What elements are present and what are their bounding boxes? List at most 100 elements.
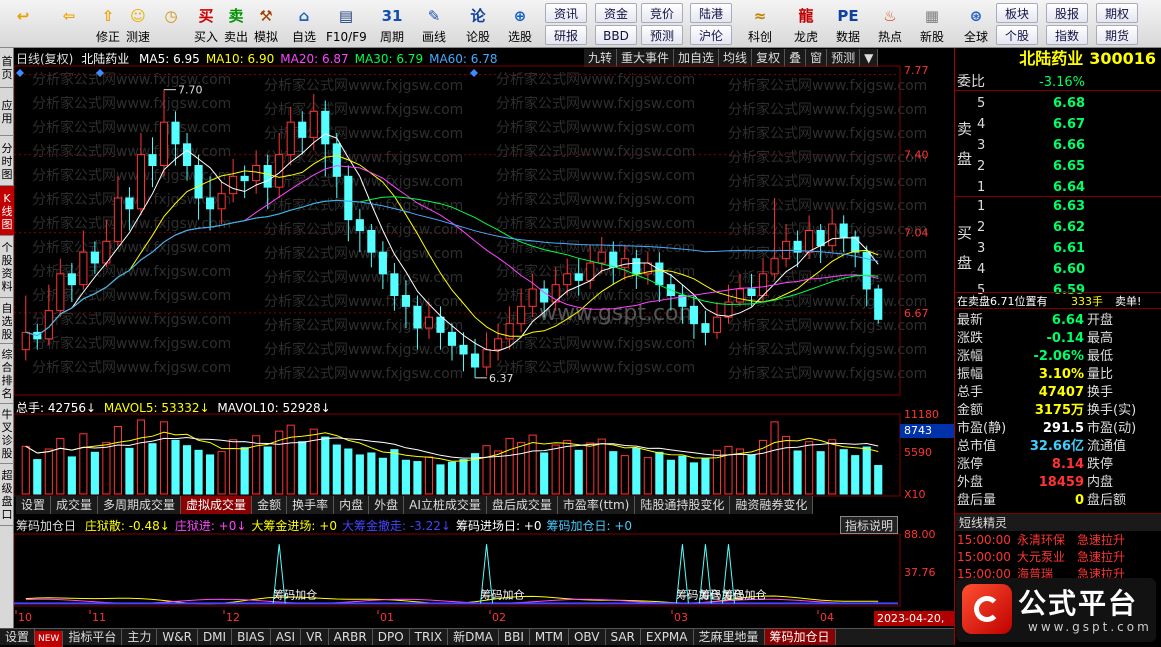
longhu-button[interactable]: 龍龙虎 bbox=[786, 2, 826, 46]
volume-subtab[interactable]: 设置 bbox=[16, 496, 52, 514]
volume-subtab[interactable]: 陆股通持股变化 bbox=[635, 496, 731, 514]
volume-subtab[interactable]: 虚拟成交量 bbox=[181, 496, 253, 514]
toolbar-link[interactable]: 板块 bbox=[996, 3, 1038, 23]
indicator-tab[interactable]: ARBR bbox=[329, 629, 373, 645]
indicator-tab[interactable]: BBI bbox=[499, 629, 530, 645]
volume-subtab[interactable]: 内盘 bbox=[334, 496, 370, 514]
volume-subtab[interactable]: 盘后成交量 bbox=[486, 496, 558, 514]
watermark-text: 分析家公式网www.fxjgsw.com bbox=[32, 119, 231, 136]
leftnav-item[interactable]: 综合排名 bbox=[0, 344, 14, 404]
leftnav-item[interactable]: 应用 bbox=[0, 88, 14, 136]
volume-bar bbox=[551, 444, 560, 495]
indicator-help-button[interactable]: 指标说明 bbox=[840, 516, 899, 534]
indicator-tab[interactable]: ASI bbox=[271, 629, 302, 645]
stat-label: 涨幅 bbox=[957, 349, 984, 364]
big-order-notice[interactable]: 在卖盘6.71位置有 333手 卖单! bbox=[955, 292, 1161, 309]
watchlist-button[interactable]: ⌂ 自选 bbox=[284, 2, 324, 46]
quote-panel: 北陆药业 300016 委比 -3.16% 卖盘 5 6.68 4 6.67 3 6.66 2 6.65… bbox=[954, 48, 1161, 645]
leftnav-item[interactable]: 超级盘口 bbox=[0, 464, 14, 526]
leftnav-item[interactable]: 分时图 bbox=[0, 136, 14, 186]
candle-body bbox=[874, 288, 883, 320]
leftnav-item[interactable]: 个股资料 bbox=[0, 236, 14, 298]
watermark-text: 分析家公式网www.fxjgsw.com bbox=[32, 335, 231, 352]
leftnav-item[interactable]: K线图 bbox=[0, 186, 14, 236]
bid-price: 6.61 bbox=[1053, 241, 1086, 256]
indicator-tab[interactable]: 设置 bbox=[0, 629, 36, 645]
toolbar-link[interactable]: 股报 bbox=[1046, 3, 1088, 23]
sprint-row[interactable]: 15:00:00 永清环保 急速拉升 bbox=[955, 532, 1161, 549]
watermark-text: 分析家公式网www.fxjgsw.com bbox=[496, 167, 695, 184]
volume-subtab[interactable]: 市盈率(ttm) bbox=[557, 496, 636, 514]
volume-subtab[interactable]: 成交量 bbox=[51, 496, 99, 514]
f10-button[interactable]: ▤ F10/F9 bbox=[326, 2, 367, 46]
stat-label-right: 盘后额 bbox=[1087, 493, 1127, 508]
ipo-button[interactable]: ▦ 新股 bbox=[912, 2, 952, 46]
indicator-tab[interactable]: EXPMA bbox=[641, 629, 694, 645]
candle-body bbox=[424, 316, 434, 329]
indicator-tab[interactable]: VR bbox=[301, 629, 329, 645]
candle-body bbox=[632, 258, 641, 275]
toolbar-link[interactable]: 竞价 bbox=[641, 3, 683, 23]
toolbar-link[interactable]: 资讯 bbox=[545, 3, 587, 23]
period-button[interactable]: 31 周期 bbox=[372, 2, 412, 46]
back-button[interactable]: ⇦ bbox=[48, 2, 90, 46]
indicator-tab[interactable]: SAR bbox=[606, 629, 641, 645]
indicator-tab[interactable]: 新DMA bbox=[448, 629, 499, 645]
toolbar-link[interactable]: 期权 bbox=[1096, 3, 1138, 23]
toolbar-link[interactable]: 沪伦 bbox=[690, 25, 732, 45]
volume-subtab[interactable]: 融资融券变化 bbox=[730, 496, 814, 514]
panel-frame bbox=[14, 533, 901, 607]
leftnav-item[interactable]: 牛叉诊股 bbox=[0, 404, 14, 464]
indicator-item: 大筹金进场: +0 bbox=[251, 519, 337, 533]
kechuang-button[interactable]: ≈ 科创 bbox=[740, 2, 780, 46]
indicator-tab[interactable]: 指标平台 bbox=[63, 629, 123, 645]
home-button[interactable]: ↩ bbox=[2, 2, 44, 46]
chart-area[interactable]: 日线(复权) 北陆药业 MA5: 6.95 MA10: 6.90 MA20: 6.8… bbox=[14, 48, 954, 640]
hot-button[interactable]: ♨ 热点 bbox=[870, 2, 910, 46]
volume-subtab[interactable]: AI立桩成交量 bbox=[404, 496, 487, 514]
indicator-tab[interactable]: DMI bbox=[198, 629, 233, 645]
volume-bar bbox=[309, 428, 318, 495]
toolbar-link[interactable]: BBD bbox=[595, 25, 637, 45]
candle-body bbox=[620, 258, 629, 268]
volume-bar bbox=[517, 441, 526, 495]
indicator-tab[interactable]: 主力 bbox=[122, 629, 158, 645]
candle-body bbox=[655, 262, 664, 286]
left-nav: 首页 应用 分时图 K线图 个股资料 自选股 综合排名 牛叉诊股 超级盘口 bbox=[0, 48, 14, 638]
notice-end: 卖单! bbox=[1115, 295, 1142, 308]
volume-subtab[interactable]: 金额 bbox=[252, 496, 288, 514]
watermark-text: 分析家公式网www.fxjgsw.com bbox=[496, 191, 695, 208]
simulate-button[interactable]: ⚒ 模拟 bbox=[246, 2, 286, 46]
toolbar-link[interactable]: 期货 bbox=[1096, 25, 1138, 45]
candle-body bbox=[252, 165, 261, 182]
indicator-tab[interactable]: W&R bbox=[157, 629, 198, 645]
indicator-tab[interactable]: 芝麻里地量 bbox=[694, 629, 765, 645]
leftnav-item[interactable]: 首页 bbox=[0, 48, 14, 88]
toolbar-link[interactable]: 预测 bbox=[641, 25, 683, 45]
toolbar-link[interactable]: 个股 bbox=[996, 25, 1038, 45]
draw-button[interactable]: ✎ 画线 bbox=[414, 2, 454, 46]
stockpick-button[interactable]: ⊕ 选股 bbox=[500, 2, 540, 46]
indicator-tab[interactable]: OBV bbox=[569, 629, 606, 645]
toolbar-link[interactable]: 研报 bbox=[545, 25, 587, 45]
global-button[interactable]: ⊛ 全球 bbox=[956, 2, 996, 46]
sprint-row[interactable]: 15:00:00 大元泵业 急速拉升 bbox=[955, 549, 1161, 566]
toolbar-link[interactable]: 指数 bbox=[1046, 25, 1088, 45]
stat-label-right: 换手(实) bbox=[1087, 403, 1137, 418]
toolbar-link[interactable]: 资金 bbox=[595, 3, 637, 23]
indicator-tab[interactable]: MTM bbox=[530, 629, 569, 645]
indicator-tab[interactable]: DPO bbox=[373, 629, 410, 645]
leftnav-item[interactable]: 自选股 bbox=[0, 298, 14, 344]
indicator-tab[interactable]: 筹码加仓日 bbox=[764, 629, 836, 645]
toolbar-label: 测速 bbox=[125, 30, 150, 44]
toolbar-link[interactable]: 陆港 bbox=[690, 3, 732, 23]
volume-subtab[interactable]: 多周期成交量 bbox=[98, 496, 182, 514]
data-button[interactable]: PE 数据 bbox=[828, 2, 868, 46]
volume-subtab[interactable]: 外盘 bbox=[369, 496, 405, 514]
watermark-text: 分析家公式网www.fxjgsw.com bbox=[496, 359, 695, 376]
discuss-button[interactable]: 论论股 bbox=[458, 2, 498, 46]
volume-subtab[interactable]: 换手率 bbox=[287, 496, 335, 514]
indicator-tab[interactable]: TRIX bbox=[410, 629, 449, 645]
notice-volume: 333手 bbox=[1071, 295, 1103, 308]
indicator-tab[interactable]: BIAS bbox=[232, 629, 271, 645]
